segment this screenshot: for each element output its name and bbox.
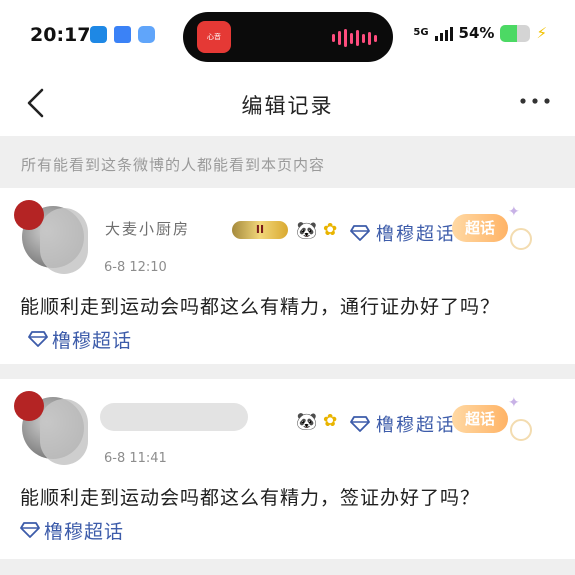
topic-tag-label: 橹穆超话 (376, 415, 456, 436)
page-title: 编辑记录 (241, 94, 334, 118)
timestamp: 6-8 11:41 (104, 451, 167, 466)
inline-topic-link[interactable]: 橹穆超话 (20, 521, 124, 543)
audio-wave-icon (332, 29, 377, 47)
record-text: 能顺利走到运动会吗都这么有精力，签证办好了吗？ 橹穆超话 (20, 481, 559, 549)
battery-icon (500, 24, 531, 42)
battery-fill (500, 24, 517, 42)
record-text: 能顺利走到运动会吗都这么有精力，通行证办好了吗？ 橹穆超话 (20, 290, 559, 358)
notification-cloud-icon (138, 26, 155, 43)
ring-decoration (510, 419, 532, 441)
diamond-icon (350, 225, 370, 241)
inline-topic-label: 橹穆超话 (52, 330, 133, 352)
network-label: 5G (413, 27, 429, 38)
inline-topic-label: 橹穆超话 (44, 521, 125, 543)
charging-icon: ⚡ (536, 24, 547, 42)
more-dots-icon[interactable] (519, 95, 551, 107)
record-divider (0, 364, 575, 379)
topic-tag-label: 橹穆超话 (376, 224, 456, 245)
status-bar: 20:17 心音 5G 54% ⚡ (0, 0, 575, 72)
notice-text: 所有能看到这条微博的人都能看到本页内容 (21, 156, 326, 174)
panda-icon: 🐼 (296, 221, 318, 241)
record-body: 能顺利走到运动会吗都这么有精力，通行证办好了吗？ (20, 296, 501, 318)
status-time: 20:17 (30, 24, 91, 46)
island-app-icon: 心音 (197, 21, 231, 53)
notification-message-icon (114, 26, 131, 43)
avatar-bow-decoration (14, 391, 44, 421)
page-bottom-gap (0, 559, 575, 575)
inline-topic-link[interactable]: 橹穆超话 (20, 330, 132, 352)
ring-decoration (510, 228, 532, 250)
nav-bar: 编辑记录 (0, 72, 575, 136)
record-body: 能顺利走到运动会吗都这么有精力，签证办好了吗？ (20, 487, 481, 509)
diamond-icon (28, 331, 48, 347)
avatar-bow-decoration (14, 200, 44, 230)
topic-tag[interactable]: 橹穆超话 (350, 411, 456, 437)
timestamp: 6-8 12:10 (104, 260, 167, 275)
username-blur-mask (100, 403, 248, 431)
diamond-icon (350, 416, 370, 432)
edit-record-card: 🐼 ✿ 橹穆超话 超话 ✦ 6-8 11:41 能顺利走到运动会吗都这么有精力，… (0, 379, 575, 559)
flower-icon: ✿ (323, 411, 338, 431)
super-topic-badge[interactable]: 超话 (452, 214, 508, 242)
dynamic-island[interactable]: 心音 (183, 12, 393, 62)
flower-icon: ✿ (323, 220, 338, 240)
status-right-group: 5G 54% ⚡ (413, 24, 547, 42)
avatar-blur-mask (40, 399, 88, 465)
battery-percent: 54% (458, 24, 495, 42)
edit-record-card: 大麦小厨房 II 🐼 ✿ 橹穆超话 超话 ✦ 6-8 12:10 能顺利走到运动… (0, 188, 575, 364)
panda-icon: 🐼 (296, 412, 318, 432)
topic-tag[interactable]: 橹穆超话 (350, 220, 456, 246)
signal-icon (434, 25, 453, 41)
sparkle-icon: ✦ (508, 204, 520, 220)
avatar-blur-mask (40, 208, 88, 274)
visibility-notice: 所有能看到这条微博的人都能看到本页内容 (0, 136, 575, 188)
level-badge: II (232, 221, 288, 239)
diamond-icon (20, 522, 40, 538)
sparkle-icon: ✦ (508, 395, 520, 411)
username[interactable]: 大麦小厨房 (105, 218, 190, 239)
super-topic-badge[interactable]: 超话 (452, 405, 508, 433)
notification-app-icon (90, 26, 107, 43)
